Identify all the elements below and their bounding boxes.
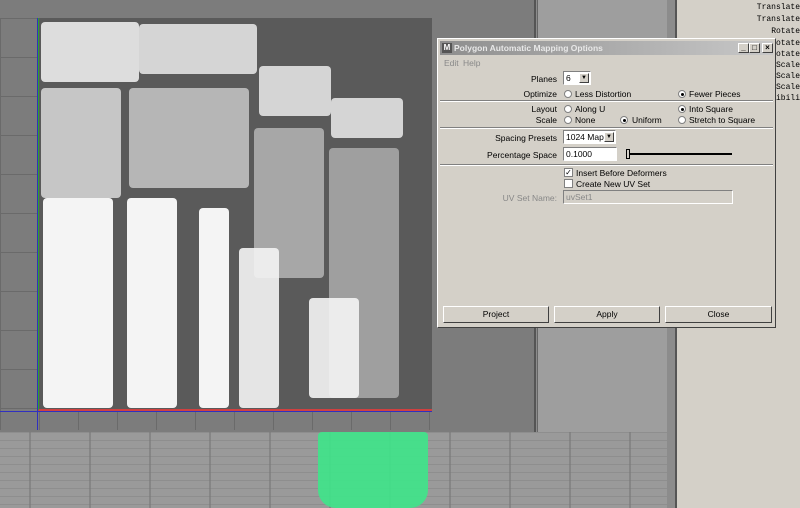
less-distortion-label: Less Distortion: [575, 89, 632, 99]
radio-along-u[interactable]: [564, 105, 572, 113]
percentage-space-input[interactable]: 0.1000: [563, 147, 617, 161]
menu-edit[interactable]: Edit: [444, 58, 459, 68]
uv-set-name-label: UV Set Name:: [502, 193, 557, 203]
percentage-space-slider[interactable]: [626, 153, 732, 155]
maximize-button[interactable]: □: [749, 43, 760, 53]
channel-label: ibili: [775, 94, 800, 103]
planes-dropdown[interactable]: 6 ▼: [563, 71, 591, 85]
channel-label: Translate: [756, 15, 800, 24]
slider-thumb[interactable]: [626, 149, 630, 159]
into-square-label: Into Square: [689, 104, 733, 114]
chevron-down-icon: ▼: [604, 132, 614, 142]
spacing-presets-dropdown[interactable]: 1024 Map ▼: [563, 130, 616, 144]
planes-value: 6: [566, 73, 571, 83]
insert-before-deformers-label: Insert Before Deformers: [576, 168, 667, 178]
radio-stretch-to-square[interactable]: [678, 116, 686, 124]
spacing-presets-value: 1024 Map: [566, 132, 604, 142]
title-bar[interactable]: M Polygon Automatic Mapping Options _ □ …: [440, 41, 773, 55]
channel-label: Scale: [775, 83, 800, 92]
chevron-down-icon: ▼: [579, 73, 589, 83]
insert-before-deformers-checkbox[interactable]: ✓: [564, 168, 573, 177]
create-new-uv-set-checkbox[interactable]: [564, 179, 573, 188]
uv-set-name-value: uvSet1: [566, 192, 593, 202]
apply-button[interactable]: Apply: [554, 306, 660, 323]
create-new-uv-set-label: Create New UV Set: [576, 179, 651, 189]
planes-label: Planes: [531, 74, 557, 84]
uv-space-square[interactable]: [38, 18, 432, 411]
minimize-button[interactable]: _: [738, 43, 749, 53]
close-window-button[interactable]: ×: [762, 43, 773, 53]
channel-label: Scale: [775, 61, 800, 70]
scale-uniform-label: Uniform: [632, 115, 662, 125]
v-axis: [37, 18, 38, 430]
scale-label: Scale: [535, 115, 557, 125]
radio-less-distortion[interactable]: [564, 90, 572, 98]
dialog-title: Polygon Automatic Mapping Options: [454, 43, 603, 53]
optimize-label: Optimize: [523, 89, 557, 99]
percentage-space-value: 0.1000: [566, 149, 592, 159]
layout-label: Layout: [531, 104, 557, 114]
scale-none-label: None: [575, 115, 596, 125]
radio-fewer-pieces[interactable]: [678, 90, 686, 98]
radio-scale-none[interactable]: [564, 116, 572, 124]
channel-label: Rotate: [771, 27, 800, 36]
menu-help[interactable]: Help: [463, 58, 480, 68]
fewer-pieces-label: Fewer Pieces: [689, 89, 741, 99]
channel-label: Scale: [775, 72, 800, 81]
divider: [440, 127, 773, 129]
percentage-space-label: Percentage Space: [487, 150, 557, 160]
divider: [440, 164, 773, 166]
radio-into-square[interactable]: [678, 105, 686, 113]
along-u-label: Along U: [575, 104, 606, 114]
close-button[interactable]: Close: [665, 306, 772, 323]
spacing-presets-label: Spacing Presets: [495, 133, 557, 143]
radio-scale-uniform[interactable]: [620, 116, 628, 124]
mesh-object[interactable]: [318, 432, 428, 508]
stretch-to-square-label: Stretch to Square: [689, 115, 756, 125]
channel-label: Translate: [756, 3, 800, 12]
divider: [440, 100, 773, 102]
automatic-mapping-dialog: M Polygon Automatic Mapping Options _ □ …: [437, 38, 776, 328]
maya-icon: M: [442, 43, 452, 53]
uv-set-name-input[interactable]: uvSet1: [563, 190, 733, 204]
project-button[interactable]: Project: [443, 306, 549, 323]
u-axis: [0, 411, 432, 412]
